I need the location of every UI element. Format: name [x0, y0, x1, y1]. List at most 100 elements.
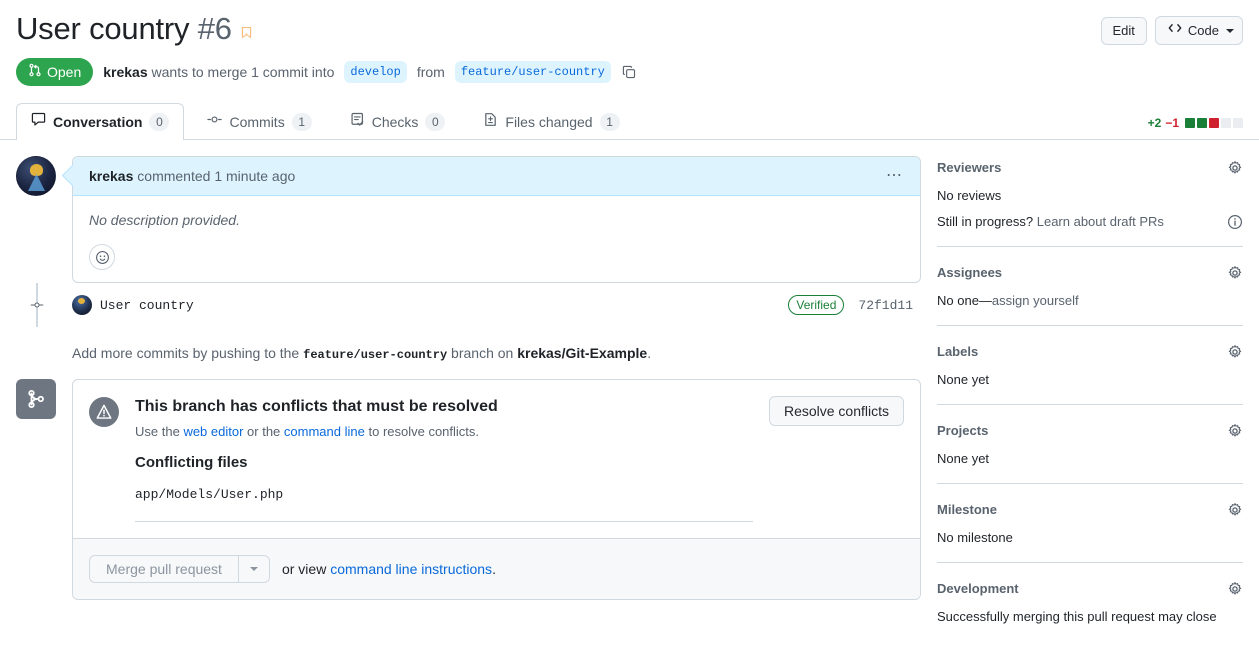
edit-button[interactable]: Edit [1100, 16, 1147, 45]
or-view-label: or view [281, 561, 327, 577]
push-instructions: Add more commits by pushing to the featu… [16, 327, 921, 379]
kebab-horizontal-icon[interactable]: ⋯ [886, 168, 904, 184]
git-merge-icon [16, 379, 56, 419]
push-note-middle: branch on [451, 345, 514, 361]
tab-navigation: Conversation 0 Commits 1 Checks 0 Files … [0, 102, 1259, 140]
commit-meta: Verified 72f1d11 [788, 295, 921, 315]
merge-pull-request-button[interactable]: Merge pull request [89, 555, 238, 583]
conflict-subtitle: Use the web editor or the command line t… [135, 422, 753, 442]
tab-counter: 1 [599, 113, 620, 131]
comment-box: krekas commented 1 minute ago ⋯ No descr… [72, 156, 921, 283]
merge-description: wants to merge 1 commit into [151, 64, 335, 80]
commit-dot-icon [30, 298, 44, 312]
pr-title-text: User country [16, 11, 190, 46]
draft-pr-text: Still in progress? Learn about draft PRs [937, 212, 1164, 232]
reaction-row [73, 236, 920, 282]
push-note-branch: feature/user-country [303, 348, 448, 362]
comment-text: No description provided. [89, 212, 240, 228]
diff-block [1233, 118, 1243, 128]
gear-icon[interactable] [1227, 265, 1243, 281]
header-actions: Edit Code [1100, 16, 1243, 45]
pr-author[interactable]: krekas [103, 64, 147, 80]
gear-icon[interactable] [1227, 423, 1243, 439]
chevron-down-icon [249, 567, 258, 571]
diff-additions: +2 [1147, 116, 1162, 130]
push-note-repo: krekas/Git-Example [517, 345, 648, 361]
or-the-label: or the [247, 424, 281, 439]
tab-conversation[interactable]: Conversation 0 [16, 103, 185, 140]
resolve-conflicts-button[interactable]: Resolve conflicts [768, 396, 904, 426]
sidebar-section-milestone: Milestone No milestone [937, 498, 1243, 563]
assignees-status: No one—assign yourself [937, 291, 1243, 311]
conflicting-file-list: app/Models/User.php [135, 485, 753, 522]
diff-block [1185, 118, 1195, 128]
web-editor-link[interactable]: web editor [183, 424, 243, 439]
sidebar: Reviewers No reviews Still in progress? … [937, 156, 1243, 647]
to-resolve-label: to resolve conflicts. [368, 424, 480, 439]
code-button-label: Code [1187, 22, 1219, 38]
diff-deletions: −1 [1165, 116, 1179, 130]
diff-block [1197, 118, 1207, 128]
conflicting-files-heading: Conflicting files [135, 454, 248, 471]
status-badge-label: Open [47, 64, 82, 80]
merge-box: This branch has conflicts that must be r… [72, 379, 921, 600]
commit-sha[interactable]: 72f1d11 [858, 298, 913, 313]
gear-icon[interactable] [1227, 344, 1243, 360]
comment-icon [31, 112, 46, 132]
head-branch-chip[interactable]: feature/user-country [454, 61, 611, 83]
tab-label: Checks [371, 114, 419, 130]
tab-checks[interactable]: Checks 0 [335, 103, 461, 140]
tab-list: Conversation 0 Commits 1 Checks 0 Files … [16, 102, 635, 140]
sidebar-section-title: Assignees [937, 265, 1003, 280]
diff-block [1209, 118, 1219, 128]
tab-label: Commits [229, 114, 285, 130]
commit-icon [207, 112, 223, 132]
page-body: krekas commented 1 minute ago ⋯ No descr… [0, 140, 1259, 647]
labels-status: None yet [937, 372, 990, 387]
gear-icon[interactable] [1227, 502, 1243, 518]
gear-icon[interactable] [1227, 581, 1243, 597]
smiley-icon[interactable] [89, 244, 115, 270]
sidebar-section-title: Labels [937, 344, 979, 359]
sidebar-section-reviewers: Reviewers No reviews Still in progress? … [937, 156, 1243, 247]
diff-block [1221, 118, 1231, 128]
conflict-section: This branch has conflicts that must be r… [73, 380, 920, 538]
sidebar-section-projects: Projects None yet [937, 419, 1243, 484]
gear-icon[interactable] [1227, 160, 1243, 176]
file-diff-icon [483, 112, 498, 132]
avatar[interactable] [16, 156, 56, 196]
code-button[interactable]: Code [1154, 16, 1243, 45]
checklist-icon [350, 112, 365, 132]
copy-icon[interactable] [622, 65, 636, 79]
command-line-instructions-link[interactable]: command line instructions [330, 561, 492, 577]
assign-yourself-link[interactable]: assign yourself [992, 293, 1079, 308]
base-branch-chip[interactable]: develop [344, 61, 407, 83]
sidebar-section-title: Milestone [937, 502, 997, 517]
bookmark-icon[interactable] [240, 24, 253, 40]
comment-author[interactable]: krekas [89, 168, 133, 184]
commit-message[interactable]: User country [100, 298, 194, 313]
commit-avatar[interactable] [72, 295, 92, 315]
no-one-label: No one— [937, 293, 992, 308]
commit-row: User country Verified 72f1d11 [16, 283, 921, 327]
tab-files-changed[interactable]: Files changed 1 [468, 103, 634, 140]
diff-blocks [1185, 118, 1243, 128]
tab-counter: 0 [425, 113, 446, 131]
tab-label: Conversation [53, 114, 143, 130]
merge-dropdown-button[interactable] [237, 555, 270, 583]
comment-byline: krekas commented 1 minute ago [89, 166, 295, 186]
learn-draft-prs-link[interactable]: Learn about draft PRs [1037, 214, 1164, 229]
conflict-title: This branch has conflicts that must be r… [135, 398, 498, 415]
period: . [492, 561, 496, 577]
info-icon[interactable] [1227, 214, 1243, 230]
tab-commits[interactable]: Commits 1 [192, 103, 326, 140]
reviewers-status: No reviews [937, 188, 1002, 203]
status-badge[interactable]: Verified [788, 295, 845, 315]
pr-subhead: Open krekas wants to merge 1 commit into… [16, 58, 1243, 86]
command-line-link[interactable]: command line [284, 424, 365, 439]
merge-footer-text: or view command line instructions. [282, 561, 496, 577]
alert-icon [89, 397, 119, 427]
sidebar-section-title: Projects [937, 423, 989, 438]
chevron-down-icon [1226, 28, 1234, 33]
development-status: Successfully merging this pull request m… [937, 609, 1217, 624]
